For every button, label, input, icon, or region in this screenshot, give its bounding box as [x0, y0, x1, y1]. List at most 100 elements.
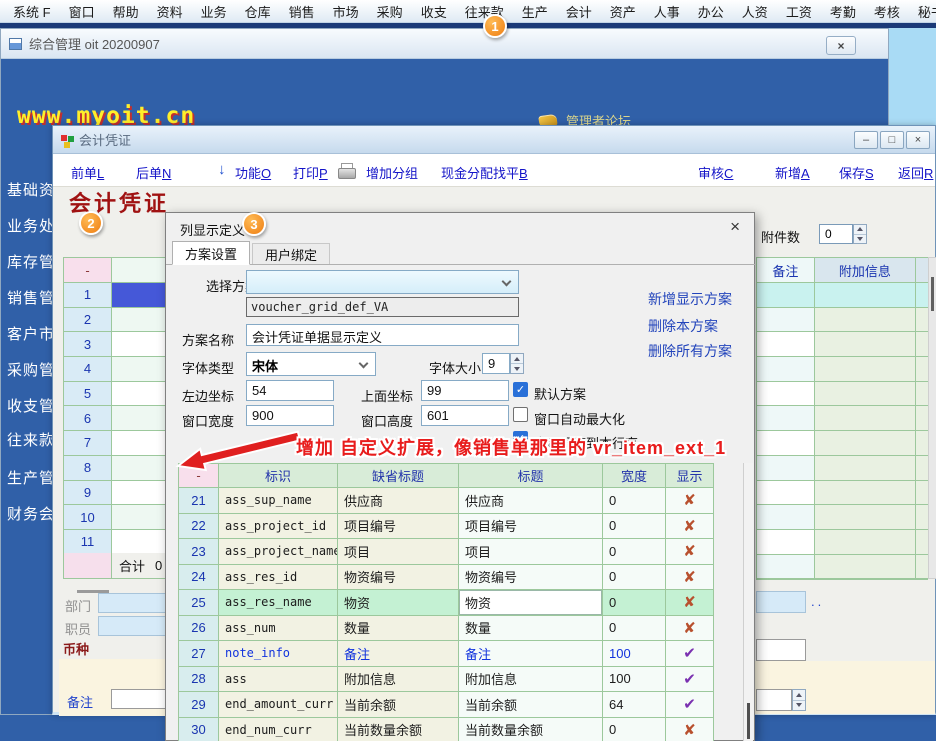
x-mark-icon[interactable]: ✘ [683, 721, 696, 739]
left-coord-input[interactable]: 54 [246, 380, 334, 401]
grid-row[interactable]: 1 [64, 283, 167, 308]
window-width-input[interactable]: 900 [246, 405, 334, 426]
grid-row[interactable] [757, 308, 928, 333]
grid-row[interactable] [757, 555, 928, 580]
dept-input[interactable] [98, 593, 166, 613]
font-size-stepper[interactable] [510, 353, 524, 374]
add-scheme-link[interactable]: 新增显示方案 [648, 289, 732, 309]
attachment-count-input[interactable]: 0 [819, 224, 853, 244]
menu-item-income[interactable]: 收支 [412, 2, 456, 21]
save-button[interactable]: 保存S [839, 163, 874, 182]
menu-item-sales[interactable]: 销售 [280, 2, 324, 21]
grid-row[interactable]: 6 [64, 406, 167, 431]
menu-item-production[interactable]: 生产 [513, 2, 557, 21]
sidebar-item-customer[interactable]: 客户市 [7, 323, 55, 344]
attachment-stepper[interactable] [853, 224, 867, 244]
table-row[interactable]: 21ass_sup_name供应商供应商0✘ [179, 488, 714, 514]
grid-row[interactable]: 9 [64, 481, 167, 506]
printer-icon[interactable] [338, 163, 355, 178]
sidebar-item-finance[interactable]: 财务会 [7, 503, 55, 524]
selected-cell[interactable] [112, 283, 167, 308]
grid-row[interactable]: 10 [64, 505, 167, 530]
grid-row[interactable]: 8 [64, 456, 167, 481]
auto-maximize-checkbox[interactable] [513, 407, 528, 422]
grid-row[interactable] [757, 431, 928, 456]
minimize-icon[interactable]: – [854, 131, 878, 149]
tab-scheme-settings[interactable]: 方案设置 [172, 241, 250, 265]
menu-item-accounting[interactable]: 会计 [557, 2, 601, 21]
menu-item-market[interactable]: 市场 [324, 2, 368, 21]
dialog-close-icon[interactable]: × [730, 217, 740, 237]
next-doc-button[interactable]: 后单N [136, 163, 171, 182]
x-mark-icon[interactable]: ✘ [683, 491, 696, 509]
grid-row-selected[interactable] [757, 283, 928, 308]
sidebar-item-sales[interactable]: 销售管 [7, 287, 55, 308]
scrollbar-thumb[interactable] [747, 703, 750, 739]
vertical-scrollbar[interactable] [928, 257, 936, 579]
grid-row[interactable] [757, 406, 928, 431]
right-stepper-input[interactable] [756, 689, 792, 711]
voucher-titlebar[interactable]: 会计凭证 [53, 126, 935, 154]
sidebar-item-purchase[interactable]: 采购管 [7, 359, 55, 380]
scheme-select[interactable] [246, 270, 519, 294]
grid-row[interactable]: 7 [64, 431, 167, 456]
balance-button[interactable]: 找平B [493, 163, 528, 182]
function-button[interactable]: 功能O [235, 163, 271, 182]
default-scheme-checkbox[interactable]: ✓ [513, 382, 528, 397]
note-input[interactable] [111, 689, 166, 709]
font-type-select[interactable]: 宋体 [246, 352, 376, 376]
table-row[interactable]: 24ass_res_id物资编号物资编号0✘ [179, 565, 714, 591]
window-height-input[interactable]: 601 [421, 405, 509, 426]
table-scrollbar[interactable] [743, 463, 753, 741]
check-mark-icon[interactable]: ✔ [683, 695, 696, 713]
grid-row[interactable] [757, 456, 928, 481]
sidebar-item-business[interactable]: 业务处 [7, 215, 55, 236]
menu-item-help[interactable]: 帮助 [104, 2, 148, 21]
menu-item-system[interactable]: 系统 F [4, 2, 60, 21]
grid-row[interactable] [757, 505, 928, 530]
top-coord-input[interactable]: 99 [421, 380, 509, 401]
font-size-input[interactable]: 9 [482, 353, 510, 374]
menu-item-hr2[interactable]: 人资 [733, 2, 777, 21]
col-header-extra-info[interactable]: 附加信息 [815, 258, 916, 283]
x-mark-icon[interactable]: ✘ [683, 619, 696, 637]
add-group-button[interactable]: 增加分组 [366, 163, 418, 182]
delete-scheme-link[interactable]: 删除本方案 [648, 316, 718, 336]
tab-user-binding[interactable]: 用户绑定 [252, 243, 330, 265]
sidebar-item-basic[interactable]: 基础资 [7, 179, 55, 200]
print-button[interactable]: 打印P [293, 163, 328, 182]
menu-item-data[interactable]: 资料 [148, 2, 192, 21]
menu-item-hr[interactable]: 人事 [645, 2, 689, 21]
main-window-titlebar[interactable]: 综合管理 oit 20200907 [1, 29, 888, 59]
grid-row[interactable]: 5 [64, 382, 167, 407]
grid-row[interactable]: 3 [64, 332, 167, 357]
grid-row[interactable] [757, 481, 928, 506]
grid-row[interactable] [757, 382, 928, 407]
grid-row[interactable]: 4 [64, 357, 167, 382]
table-row[interactable]: 28ass附加信息附加信息100✔ [179, 667, 714, 693]
grid-row[interactable] [757, 530, 928, 555]
main-window-close-icon[interactable]: × [826, 36, 856, 55]
table-row[interactable]: 23ass_project_name项目项目0✘ [179, 539, 714, 565]
right-field-1[interactable] [756, 591, 806, 613]
right-stepper[interactable] [792, 689, 806, 711]
close-icon[interactable]: × [906, 131, 930, 149]
maximize-icon[interactable]: □ [880, 131, 904, 149]
grid-row[interactable] [757, 357, 928, 382]
check-mark-icon[interactable]: ✔ [683, 670, 696, 688]
sidebar-item-current[interactable]: 往来款 [7, 429, 55, 450]
x-mark-icon[interactable]: ✘ [683, 593, 696, 611]
x-mark-icon[interactable]: ✘ [683, 542, 696, 560]
return-button[interactable]: 返回R [898, 163, 933, 182]
staff-input[interactable] [98, 616, 166, 636]
check-mark-icon[interactable]: ✔ [683, 644, 696, 662]
grid-row[interactable] [757, 332, 928, 357]
menu-item-warehouse[interactable]: 仓库 [236, 2, 280, 21]
x-mark-icon[interactable]: ✘ [683, 568, 696, 586]
sidebar-item-production[interactable]: 生产管 [7, 467, 55, 488]
table-row[interactable]: 29end_amount_curr当前余额当前余额64✔ [179, 692, 714, 718]
col-header-note[interactable]: 备注 [757, 258, 815, 283]
cash-alloc-button[interactable]: 现金分配 [441, 163, 493, 182]
scheme-name-input[interactable]: 会计凭证单据显示定义 [246, 324, 519, 346]
x-mark-icon[interactable]: ✘ [683, 517, 696, 535]
